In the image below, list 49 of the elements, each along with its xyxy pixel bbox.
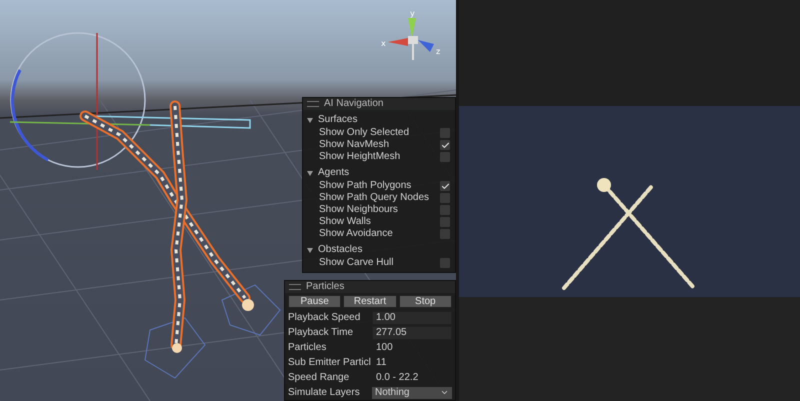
option-label: Show Avoidance (319, 228, 393, 240)
checkbox[interactable] (440, 193, 450, 203)
navmesh-patch (144, 317, 206, 379)
option-label: Show Path Polygons (319, 180, 412, 192)
number-field[interactable]: 277.05 (372, 326, 452, 340)
panel-title: Particles (306, 281, 344, 293)
field-label: Sub Emitter Particl (288, 356, 372, 368)
drag-handle-icon[interactable] (307, 101, 319, 107)
control-button[interactable]: Stop (398, 295, 452, 308)
option-label: Show Only Selected (319, 127, 410, 139)
rotation-gizmo-drawing[interactable] (10, 32, 150, 170)
control-button[interactable]: Pause (288, 295, 342, 308)
drag-handle-icon[interactable] (289, 284, 301, 290)
panel-title: AI Navigation (324, 98, 384, 110)
checkbox[interactable] (440, 152, 450, 162)
option-label: Show Carve Hull (319, 257, 394, 269)
particle-burst (242, 299, 254, 311)
layers-dropdown[interactable]: Nothing (372, 386, 452, 398)
option-label: Show Neighbours (319, 204, 398, 216)
checkbox[interactable] (440, 128, 450, 138)
section-title[interactable]: Obstacles (318, 244, 362, 256)
checkbox[interactable] (440, 140, 450, 150)
field-label: Playback Speed (288, 312, 362, 324)
checkbox[interactable] (440, 258, 450, 268)
control-button[interactable]: Restart (343, 295, 397, 308)
option-label: Show NavMesh (319, 139, 390, 151)
foldout-arrow-icon[interactable] (307, 248, 313, 252)
checkbox[interactable] (440, 229, 450, 239)
number-field[interactable]: 1.00 (372, 310, 452, 324)
field-label: Simulate Layers (288, 386, 361, 398)
navmesh-patch (221, 284, 281, 336)
field-label: Speed Range (288, 372, 350, 384)
foldout-arrow-icon[interactable] (307, 170, 313, 176)
option-label: Show HeightMesh (319, 151, 400, 163)
field-value: 100 (375, 342, 394, 354)
checkbox[interactable] (440, 181, 450, 191)
option-label: Show Walls (319, 216, 371, 228)
particle-burst (172, 343, 182, 353)
foldout-arrow-icon[interactable] (307, 118, 313, 122)
field-label: Playback Time (288, 326, 354, 338)
field-value: 0.0 - 22.2 (375, 372, 420, 384)
checkbox[interactable] (440, 217, 450, 227)
section-title[interactable]: Surfaces (318, 114, 358, 126)
option-label: Show Path Query Nodes (319, 192, 430, 204)
section-title[interactable]: Agents (318, 167, 350, 179)
field-label: Particles (288, 342, 328, 354)
caret-icon (440, 388, 449, 397)
checkbox[interactable] (440, 205, 450, 215)
field-value: 11 (375, 356, 388, 368)
